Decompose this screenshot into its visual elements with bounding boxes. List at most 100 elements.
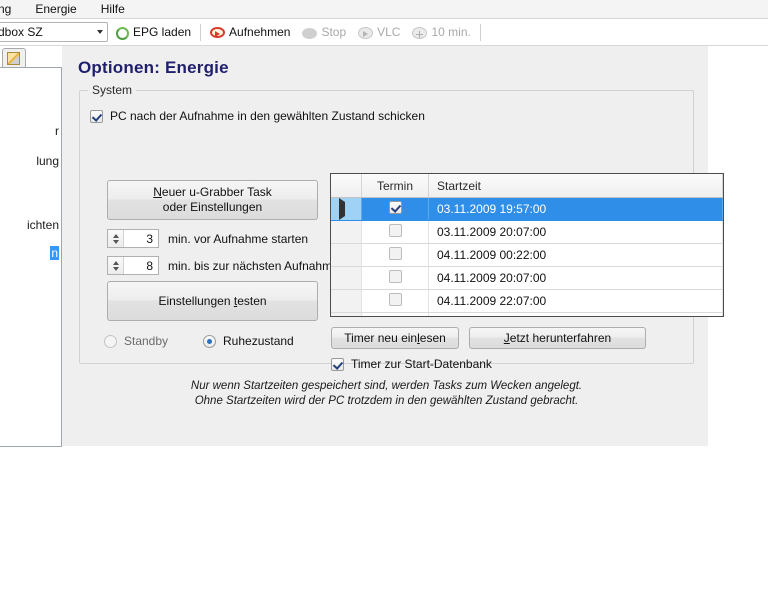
standby-radio-label: Standby <box>124 334 169 348</box>
channel-combobox-value: dbox SZ <box>0 25 43 39</box>
new-task-line1-rest: euer u-Grabber Task <box>161 185 272 199</box>
menu-item-hilfe[interactable]: Hilfe <box>89 0 137 18</box>
row-termin-cell[interactable] <box>361 197 429 221</box>
column-header-startzeit[interactable]: Startzeit <box>428 174 723 198</box>
timer-table-head: Termin Startzeit <box>331 174 723 198</box>
epg-laden-button[interactable]: EPG laden <box>108 21 197 43</box>
table-row[interactable]: 03.11.2009 19:57:00 <box>331 197 723 221</box>
extend-10min-label: 10 min. <box>431 25 471 39</box>
minutes-before-row: 3 min. vor Aufnahme starten <box>107 229 308 248</box>
new-task-line2: oder Einstellungen <box>162 200 263 214</box>
table-row[interactable]: 04.11.2009 00:22:00 <box>331 243 723 267</box>
row-termin-checkbox[interactable] <box>388 293 402 306</box>
reload-timers-button[interactable]: Timer neu einlesen <box>331 327 459 349</box>
stepper-arrows-2[interactable] <box>108 257 124 274</box>
new-ugrabber-task-button[interactable]: Neuer u-Grabber Task oder Einstellungen <box>107 180 318 220</box>
hibernate-radio-row[interactable]: Ruhezustand <box>203 334 294 348</box>
stop-label: Stop <box>321 25 347 39</box>
sidebar-item-3[interactable]: ichten <box>27 218 59 232</box>
row-indicator-cell <box>331 220 362 244</box>
info-note-line2: Ohne Startzeiten wird der PC trotzdem in… <box>194 395 579 407</box>
test-settings-rest: esten <box>237 293 267 308</box>
chevron-down-icon[interactable] <box>112 239 119 244</box>
test-settings-prefix: Einstellungen <box>158 293 234 308</box>
row-termin-cell[interactable] <box>361 220 429 244</box>
hibernate-radio-label: Ruhezustand <box>223 334 294 348</box>
reload-timers-label: Timer neu einlesen <box>344 331 446 346</box>
sidebar-item-selected[interactable]: n <box>50 246 59 260</box>
chevron-up-icon[interactable] <box>112 260 119 265</box>
pc-state-checkbox[interactable] <box>90 109 103 123</box>
shutdown-rest: etzt herunterfahren <box>509 330 612 345</box>
page-title: Optionen: Energie <box>78 58 229 77</box>
row-termin-checkbox[interactable] <box>388 224 402 237</box>
sidebar-item-1[interactable]: r <box>55 124 59 138</box>
row-termin-cell[interactable] <box>361 266 429 290</box>
menu-item-clipped[interactable]: ng <box>0 0 23 18</box>
column-header-indicator[interactable] <box>331 174 362 198</box>
vlc-button[interactable]: VLC <box>352 21 406 43</box>
row-termin-checkbox[interactable] <box>389 316 402 317</box>
refresh-icon <box>114 25 129 40</box>
toolbar-separator-2 <box>479 23 481 41</box>
minutes-until-next-value[interactable]: 8 <box>124 257 158 274</box>
pencil-icon <box>7 52 20 65</box>
stepper-arrows[interactable] <box>108 230 124 247</box>
timer-db-checkbox-row[interactable]: Timer zur Start-Datenbank <box>331 357 492 371</box>
row-termin-checkbox[interactable] <box>388 201 402 214</box>
timer-grid[interactable]: Termin Startzeit 03.11.2009 19:57:00 03.… <box>330 173 724 317</box>
new-task-line1: Neuer u-Grabber Task <box>153 185 272 200</box>
stop-circle-icon <box>302 27 318 39</box>
channel-combobox[interactable]: dbox SZ <box>0 22 108 42</box>
table-row[interactable]: 03.11.2009 20:07:00 <box>331 220 723 244</box>
row-indicator-cell <box>331 289 362 313</box>
pc-state-checkbox-label: PC nach der Aufnahme in den gewählten Zu… <box>110 109 425 123</box>
aufnehmen-button[interactable]: Aufnehmen <box>204 21 296 43</box>
minutes-until-next-label: min. bis zur nächsten Aufnahme <box>168 258 339 273</box>
column-header-termin[interactable]: Termin <box>361 174 429 198</box>
aufnehmen-label: Aufnehmen <box>229 25 291 39</box>
reload-prefix: Timer neu ein <box>344 330 418 345</box>
table-row[interactable]: 04.11.2009 22:07:00 <box>331 289 723 313</box>
shutdown-now-button[interactable]: Jetzt herunterfahren <box>469 327 646 349</box>
test-settings-button[interactable]: Einstellungen testen <box>107 281 318 321</box>
sidebar-item-2[interactable]: lung <box>36 154 59 168</box>
row-startzeit-cell: 03.11.2009 19:57:00 <box>428 197 723 221</box>
pc-state-checkbox-row[interactable]: PC nach der Aufnahme in den gewählten Zu… <box>90 109 425 123</box>
row-startzeit-cell: 04.11.2009 00:22:00 <box>428 243 723 267</box>
minutes-until-next-stepper[interactable]: 8 <box>107 256 159 275</box>
timer-db-checkbox-label: Timer zur Start-Datenbank <box>351 357 492 371</box>
chevron-up-icon[interactable] <box>112 233 119 238</box>
row-indicator-cell <box>331 243 362 267</box>
row-termin-cell[interactable] <box>361 312 429 317</box>
info-note: Nur wenn Startzeiten gespeichert sind, w… <box>80 379 693 409</box>
chevron-down-icon[interactable] <box>112 266 119 271</box>
row-termin-cell[interactable] <box>361 289 429 313</box>
row-startzeit-cell: 04.11.2009 20:07:00 <box>428 266 723 290</box>
stop-button[interactable]: Stop <box>296 21 352 43</box>
minutes-before-label: min. vor Aufnahme starten <box>168 231 309 246</box>
row-termin-checkbox[interactable] <box>388 247 402 260</box>
standby-radio-row[interactable]: Standby <box>104 334 168 348</box>
standby-radio[interactable] <box>104 334 117 348</box>
table-row[interactable]: 05.11.2009 02:22:00 <box>331 312 723 317</box>
new-task-accel: N <box>153 185 162 199</box>
extend-10min-button[interactable]: 10 min. <box>406 21 476 43</box>
info-note-line1: Nur wenn Startzeiten gespeichert sind, w… <box>190 380 583 392</box>
hibernate-radio[interactable] <box>203 334 216 348</box>
timer-db-checkbox[interactable] <box>331 357 344 371</box>
vlc-label: VLC <box>377 25 401 39</box>
table-row[interactable]: 04.11.2009 20:07:00 <box>331 266 723 290</box>
row-startzeit-cell: 04.11.2009 22:07:00 <box>428 289 723 313</box>
sidebar-tab-editor[interactable] <box>2 48 26 68</box>
row-termin-checkbox[interactable] <box>388 270 402 283</box>
minutes-before-stepper[interactable]: 3 <box>107 229 159 248</box>
minutes-until-next-row: 8 min. bis zur nächsten Aufnahme <box>107 256 339 275</box>
toolbar: dbox SZ EPG laden Aufnehmen Stop VLC 10 … <box>0 19 768 46</box>
row-termin-cell[interactable] <box>361 243 429 267</box>
minutes-before-value[interactable]: 3 <box>124 230 158 247</box>
menu-item-energie[interactable]: Energie <box>23 0 88 18</box>
epg-laden-label: EPG laden <box>133 25 192 39</box>
toolbar-separator <box>200 23 202 41</box>
row-indicator-cell <box>331 197 362 221</box>
